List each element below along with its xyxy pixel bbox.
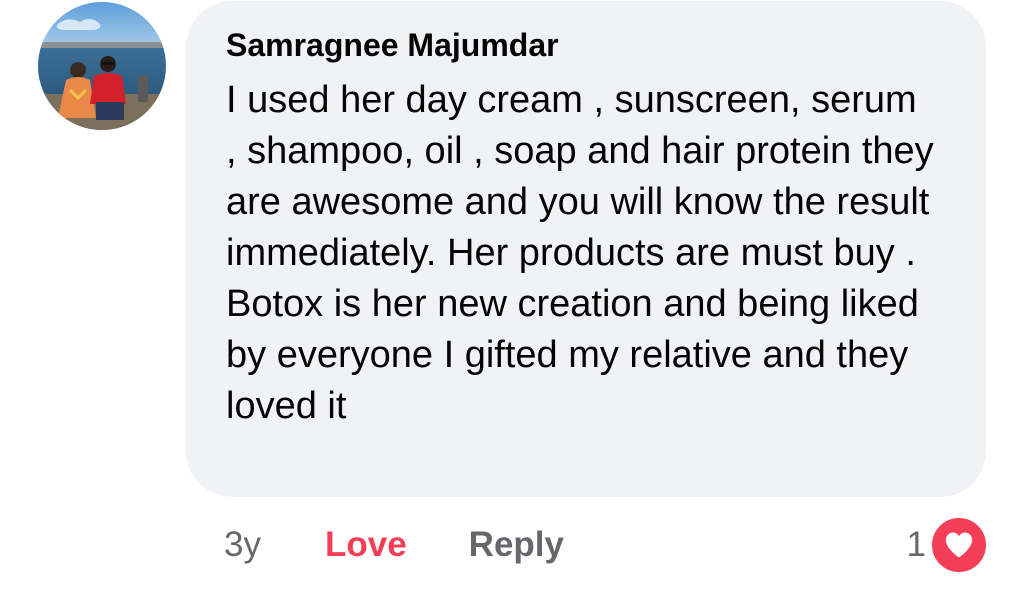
reply-button[interactable]: Reply [469, 525, 564, 565]
comment-bubble: Samragnee Majumdar I used her day cream … [186, 1, 986, 497]
avatar[interactable] [38, 2, 166, 130]
reaction-count: 1 [906, 525, 926, 564]
comment-text: I used her day cream , sunscreen, serum … [226, 79, 934, 427]
profile-photo [38, 2, 166, 130]
comment-container: Samragnee Majumdar I used her day cream … [0, 0, 1024, 593]
comment-actions: 3y Love Reply [224, 520, 564, 570]
comment-timestamp[interactable]: 3y [224, 525, 261, 565]
love-button[interactable]: Love [325, 525, 407, 565]
reaction-summary[interactable]: 1 [907, 518, 986, 572]
heart-icon [932, 518, 986, 572]
comment-author-name[interactable]: Samragnee Majumdar [226, 23, 946, 67]
